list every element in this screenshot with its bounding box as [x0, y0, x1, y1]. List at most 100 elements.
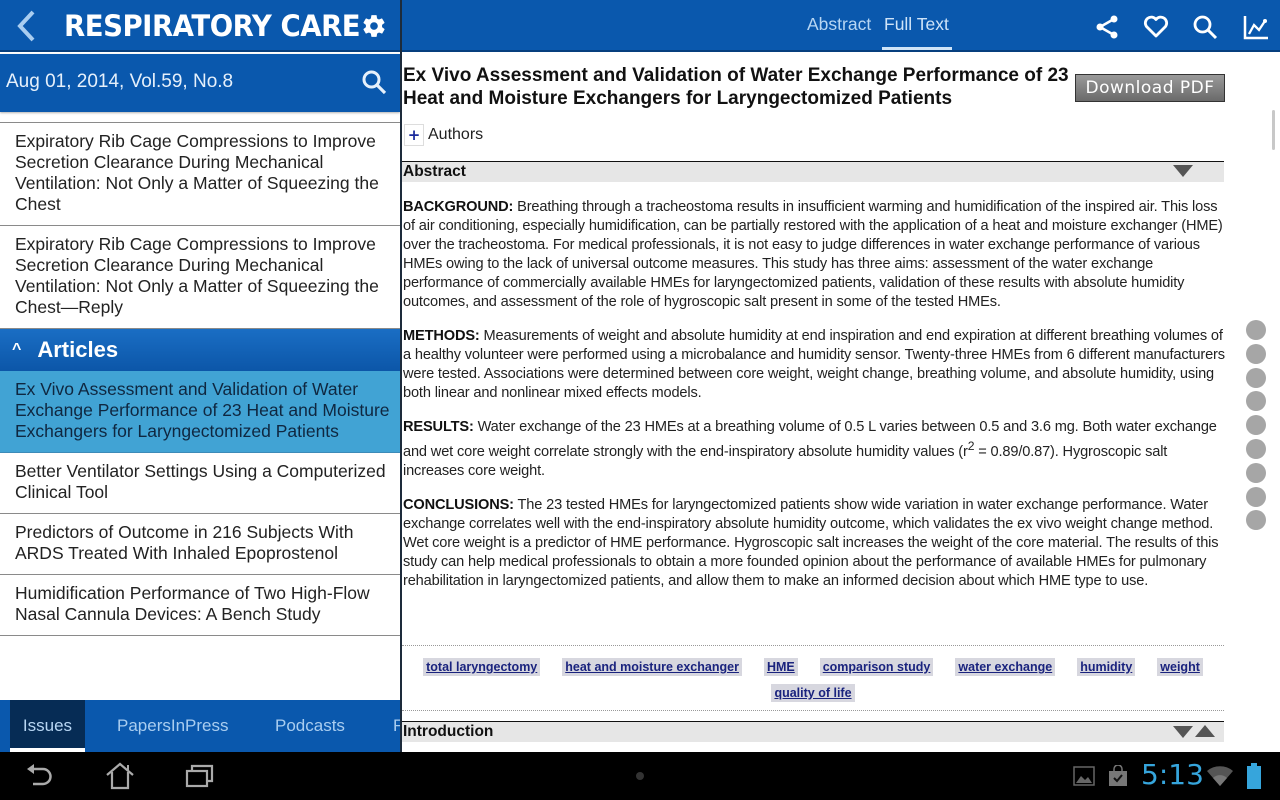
section-introduction[interactable]: Introduction: [402, 721, 1224, 742]
search-button[interactable]: [1188, 10, 1222, 44]
list-item-title: Expiratory Rib Cage Compressions to Impr…: [15, 131, 379, 214]
authors-label: Authors: [428, 126, 484, 143]
search-icon: [1193, 15, 1218, 40]
chevron-left-icon: [17, 10, 35, 42]
keyword-link[interactable]: weight: [1157, 658, 1203, 676]
section-header-articles[interactable]: ^ Articles: [0, 329, 400, 371]
list-item-title: Predictors of Outcome in 216 Subjects Wi…: [15, 522, 354, 563]
list-item[interactable]: Humidification Performance of Two High-F…: [0, 575, 400, 636]
system-home-button[interactable]: [102, 760, 138, 792]
list-item[interactable]: Expiratory Rib Cage Compressions to Impr…: [0, 123, 400, 226]
authors-toggle[interactable]: + Authors: [404, 124, 483, 146]
system-back-button[interactable]: [22, 760, 58, 792]
chevron-up-icon: ^: [12, 341, 22, 358]
keyword-link[interactable]: quality of life: [771, 684, 855, 702]
metrics-button[interactable]: [1239, 10, 1273, 44]
bottom-tab-bar: Issues PapersInPress Podcasts F: [0, 700, 400, 752]
image-icon: [1073, 766, 1095, 786]
nav-indicator-dot: [636, 772, 644, 780]
tab-podcasts[interactable]: Podcasts: [275, 700, 345, 752]
list-item-title: Better Ventilator Settings Using a Compu…: [15, 461, 386, 502]
page-dot[interactable]: [1246, 438, 1266, 459]
share-button[interactable]: [1090, 10, 1124, 44]
status-clock: 5:13: [1141, 758, 1204, 791]
wifi-icon: [1207, 766, 1233, 786]
app-logo: RESPIRATORY CARE: [64, 9, 361, 43]
store-notification[interactable]: [1106, 760, 1130, 792]
app-header: RESPIRATORY CARE: [0, 0, 400, 52]
abstract-body: BACKGROUND: Breathing through a tracheos…: [403, 198, 1225, 606]
list-item[interactable]: Predictors of Outcome in 216 Subjects Wi…: [0, 514, 400, 575]
page-dot[interactable]: [1246, 320, 1266, 340]
section-title: Abstract: [403, 163, 466, 180]
download-pdf-button[interactable]: Download PDF: [1075, 74, 1225, 102]
page-dot[interactable]: [1246, 486, 1266, 507]
battery-status: [1246, 760, 1262, 792]
chart-icon: [1243, 16, 1268, 40]
collapse-down-icon[interactable]: [1173, 726, 1193, 738]
gallery-notification[interactable]: [1072, 760, 1096, 792]
list-item-title: Humidification Performance of Two High-F…: [15, 583, 370, 624]
page-dot[interactable]: [1246, 391, 1266, 412]
heart-icon: [1143, 15, 1169, 38]
tab-issues[interactable]: Issues: [10, 700, 85, 752]
list-item-title: Ex Vivo Assessment and Validation of Wat…: [15, 379, 390, 441]
list-item-selected[interactable]: Ex Vivo Assessment and Validation of Wat…: [0, 371, 400, 453]
active-tab-indicator: [882, 47, 952, 50]
battery-icon: [1247, 763, 1261, 789]
settings-button[interactable]: [358, 10, 390, 42]
section-abstract[interactable]: Abstract: [402, 161, 1224, 182]
scrollbar[interactable]: [1272, 110, 1275, 150]
keyword-link[interactable]: total laryngectomy: [423, 658, 541, 676]
tab-abstract[interactable]: Abstract: [807, 14, 871, 35]
collapse-up-icon[interactable]: [1195, 725, 1215, 737]
share-icon: [1096, 15, 1118, 39]
abstract-results: RESULTS: Water exchange of the 23 HMEs a…: [403, 419, 1217, 479]
search-icon: [362, 70, 387, 95]
tab-full-text[interactable]: Full Text: [884, 14, 949, 35]
list-item-title: Expiratory Rib Cage Compressions to Impr…: [15, 234, 379, 317]
gear-icon: [363, 15, 385, 37]
page-dot[interactable]: [1246, 343, 1266, 364]
pane-divider[interactable]: [400, 0, 402, 752]
article-title: Ex Vivo Assessment and Validation of Wat…: [403, 65, 1069, 109]
collapse-down-icon[interactable]: [1173, 165, 1193, 177]
article-list[interactable]: Acquired Pneumonia: A Meta-Analysis—Repl…: [0, 86, 400, 700]
page-dot[interactable]: [1246, 510, 1266, 531]
plus-icon: +: [404, 124, 424, 146]
abstract-conclusions: CONCLUSIONS: The 23 tested HMEs for lary…: [403, 496, 1219, 589]
favorite-button[interactable]: [1139, 10, 1173, 44]
page-dot[interactable]: [1246, 367, 1266, 388]
keyword-list: total laryngectomy heat and moisture exch…: [402, 645, 1224, 711]
list-item[interactable]: Better Ventilator Settings Using a Compu…: [0, 453, 400, 514]
page-dot[interactable]: [1246, 415, 1266, 436]
issue-sidebar: Acquired Pneumonia: A Meta-Analysis—Repl…: [0, 0, 400, 752]
issue-search-button[interactable]: [358, 66, 390, 98]
article-content[interactable]: Ex Vivo Assessment and Validation of Wat…: [402, 52, 1280, 752]
issue-bar: Aug 01, 2014, Vol.59, No.8: [0, 54, 400, 112]
section-title: Articles: [37, 337, 119, 362]
home-icon: [106, 762, 134, 790]
list-item[interactable]: Expiratory Rib Cage Compressions to Impr…: [0, 226, 400, 329]
keyword-link[interactable]: HME: [763, 658, 798, 676]
back-button[interactable]: [8, 6, 44, 46]
back-arrow-icon: [27, 764, 52, 786]
issue-label[interactable]: Aug 01, 2014, Vol.59, No.8: [6, 71, 233, 93]
keyword-link[interactable]: water exchange: [955, 658, 1056, 676]
page-navigator[interactable]: [1246, 320, 1268, 534]
shopping-bag-icon: [1109, 765, 1127, 786]
wifi-status: [1206, 760, 1234, 792]
abstract-methods: METHODS: Measurements of weight and abso…: [403, 328, 1225, 401]
recent-apps-icon: [185, 764, 214, 788]
keyword-link[interactable]: comparison study: [819, 658, 934, 676]
keyword-link[interactable]: humidity: [1077, 658, 1136, 676]
article-toolbar: Abstract Full Text: [402, 0, 1280, 52]
tab-overflow[interactable]: F: [393, 700, 400, 752]
section-title: Introduction: [403, 723, 494, 740]
system-recents-button[interactable]: [182, 760, 218, 792]
article-pane: Abstract Full Text Ex Vivo Assessment an…: [402, 0, 1280, 752]
keyword-link[interactable]: heat and moisture exchanger: [562, 658, 742, 676]
page-dot[interactable]: [1246, 462, 1266, 483]
tab-papersinpress[interactable]: PapersInPress: [117, 700, 229, 752]
abstract-background: BACKGROUND: Breathing through a tracheos…: [403, 199, 1223, 310]
